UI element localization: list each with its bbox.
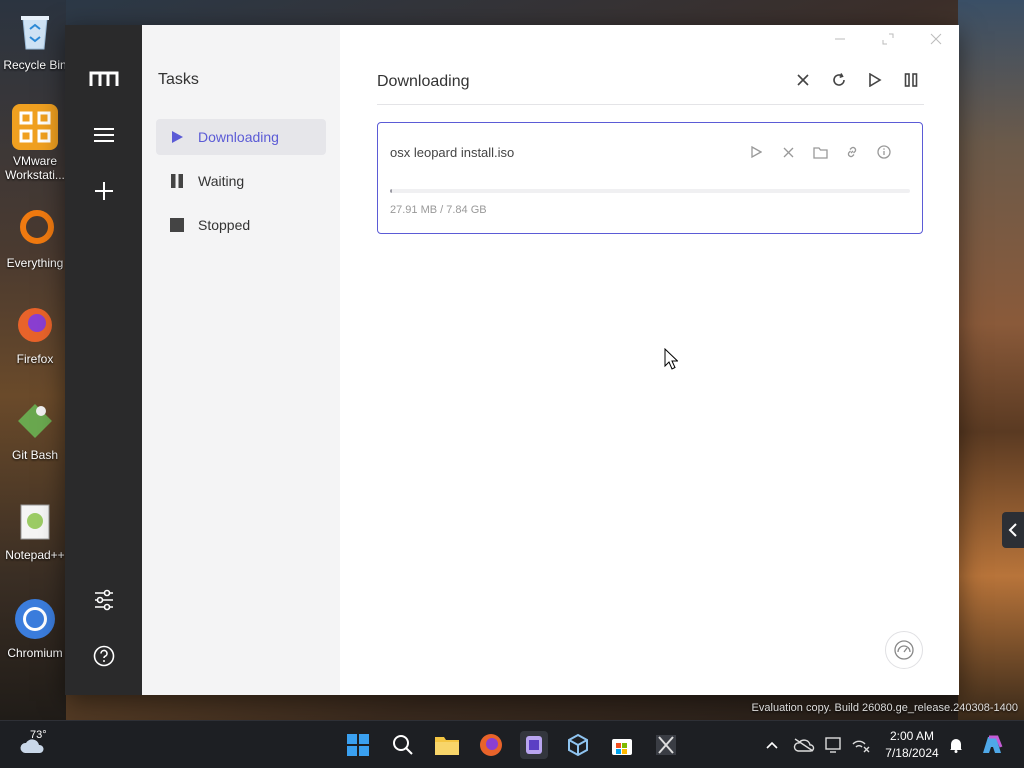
vmware-icon bbox=[12, 104, 58, 150]
start-button[interactable] bbox=[344, 731, 372, 759]
evaluation-watermark: Evaluation copy. Build 26080.ge_release.… bbox=[751, 702, 1018, 714]
preferences-icon[interactable] bbox=[65, 580, 142, 620]
show-hidden-icons-button[interactable] bbox=[762, 731, 782, 759]
sidebar-title: Tasks bbox=[158, 71, 199, 88]
store-icon bbox=[612, 739, 632, 755]
task-delete-icon[interactable] bbox=[780, 143, 796, 161]
desktop-icon-label: Firefox bbox=[16, 352, 54, 366]
everything-icon bbox=[12, 206, 58, 252]
task-resume-icon[interactable] bbox=[748, 143, 764, 161]
main-header: Downloading bbox=[377, 71, 924, 105]
task-actions bbox=[748, 143, 892, 161]
desktop-wallpaper-right bbox=[958, 0, 1024, 720]
main-panel: Downloading osx leopard install.iso 27.9… bbox=[340, 25, 959, 695]
motrix-icon bbox=[526, 736, 542, 754]
store-taskbar-button[interactable] bbox=[608, 731, 636, 759]
onedrive-icon[interactable] bbox=[792, 731, 816, 759]
widgets-panel-toggle[interactable] bbox=[1002, 512, 1024, 548]
maximize-icon[interactable] bbox=[877, 29, 899, 49]
chromium-icon bbox=[12, 596, 58, 642]
task-size: 27.91 MB / 7.84 GB bbox=[390, 204, 487, 216]
task-name: osx leopard install.iso bbox=[390, 145, 515, 160]
recycle-bin-icon bbox=[12, 8, 58, 54]
taskbar: 73° 2:00 AM 7/18/2024 bbox=[0, 720, 1024, 768]
task-folder-icon[interactable] bbox=[812, 143, 828, 161]
task-list-menu-icon[interactable] bbox=[65, 115, 142, 155]
desktop-icon-recycle-bin[interactable]: Recycle Bin bbox=[0, 8, 70, 72]
sidebar-item-downloading[interactable]: Downloading bbox=[156, 119, 326, 155]
task-info-icon[interactable] bbox=[876, 143, 892, 161]
sidebar-item-label: Stopped bbox=[198, 217, 251, 233]
folder-icon bbox=[435, 737, 459, 755]
notepad-plus-icon bbox=[12, 498, 58, 544]
pause-all-icon[interactable] bbox=[902, 71, 920, 89]
search-icon bbox=[393, 735, 413, 755]
task-sidebar: Tasks Downloading Waiting Stopped bbox=[142, 25, 340, 695]
firefox-icon bbox=[480, 734, 502, 756]
file-explorer-button[interactable] bbox=[433, 731, 461, 759]
close-window-icon[interactable] bbox=[925, 29, 947, 49]
desktop-icon-label: Notepad++ bbox=[5, 548, 65, 562]
mouse-cursor-icon bbox=[664, 347, 679, 375]
speedometer-icon bbox=[894, 640, 914, 660]
sidebar-item-stopped[interactable]: Stopped bbox=[156, 207, 326, 243]
desktop-icon-notepad-plus[interactable]: Notepad++ bbox=[0, 498, 70, 562]
nav-rail bbox=[65, 25, 142, 695]
sidebar-item-waiting[interactable]: Waiting bbox=[156, 163, 326, 199]
refresh-icon[interactable] bbox=[830, 71, 848, 89]
speed-limit-button[interactable] bbox=[885, 631, 923, 669]
display-icon[interactable] bbox=[824, 731, 846, 759]
git-bash-icon bbox=[12, 398, 58, 444]
delete-all-icon[interactable] bbox=[794, 71, 812, 89]
search-button[interactable] bbox=[389, 731, 417, 759]
minimize-icon[interactable] bbox=[829, 29, 851, 49]
weather-temperature: 73° bbox=[30, 729, 47, 741]
help-icon[interactable] bbox=[65, 636, 142, 676]
notification-bell-icon[interactable] bbox=[946, 731, 966, 759]
firefox-icon bbox=[12, 302, 58, 348]
task-progress-fill bbox=[390, 189, 392, 193]
motrix-taskbar-button[interactable] bbox=[520, 731, 548, 759]
virtualbox-icon bbox=[568, 733, 588, 757]
network-icon[interactable] bbox=[850, 731, 872, 759]
task-copy-link-icon[interactable] bbox=[844, 143, 860, 161]
desktop-icon-label: Everything bbox=[6, 256, 64, 270]
sidebar-item-label: Downloading bbox=[198, 129, 279, 145]
play-icon bbox=[172, 131, 183, 143]
motrix-window: Tasks Downloading Waiting Stopped Downlo… bbox=[65, 25, 959, 695]
windows-logo-icon bbox=[347, 734, 369, 756]
clock-time[interactable]: 2:00 AM bbox=[884, 729, 940, 743]
desktop-icon-everything[interactable]: Everything bbox=[0, 206, 70, 270]
copilot-icon[interactable] bbox=[978, 731, 1006, 759]
snipping-tool-taskbar-button[interactable] bbox=[652, 731, 680, 759]
desktop-icon-label: Chromium bbox=[7, 646, 63, 660]
add-task-icon[interactable] bbox=[65, 171, 142, 211]
task-progress-bar bbox=[390, 189, 910, 193]
stop-icon bbox=[170, 218, 184, 232]
desktop-icon-firefox[interactable]: Firefox bbox=[0, 302, 70, 366]
desktop-icon-vmware[interactable]: VMware Workstati... bbox=[0, 104, 70, 182]
desktop-icon-label: Git Bash bbox=[11, 448, 59, 462]
chevron-up-icon bbox=[766, 741, 778, 749]
desktop-icon-chromium[interactable]: Chromium bbox=[0, 596, 70, 660]
scissors-icon bbox=[656, 735, 676, 755]
page-title: Downloading bbox=[377, 73, 470, 90]
desktop-icon-label: Recycle Bin bbox=[3, 58, 67, 72]
task-toolbar bbox=[794, 71, 920, 89]
resume-all-icon[interactable] bbox=[866, 71, 884, 89]
task-item[interactable]: osx leopard install.iso 27.91 MB / 7.84 … bbox=[377, 122, 923, 234]
desktop-icon-git-bash[interactable]: Git Bash bbox=[0, 398, 70, 462]
virtualbox-taskbar-button[interactable] bbox=[564, 731, 592, 759]
app-logo-icon[interactable] bbox=[65, 59, 142, 99]
sidebar-item-label: Waiting bbox=[198, 173, 245, 189]
desktop-icon-label: VMware Workstati... bbox=[5, 154, 65, 182]
clock-date[interactable]: 7/18/2024 bbox=[882, 746, 942, 760]
chevron-left-icon bbox=[1008, 523, 1017, 537]
firefox-taskbar-button[interactable] bbox=[477, 731, 505, 759]
pause-icon bbox=[171, 174, 183, 188]
window-controls bbox=[829, 29, 947, 49]
